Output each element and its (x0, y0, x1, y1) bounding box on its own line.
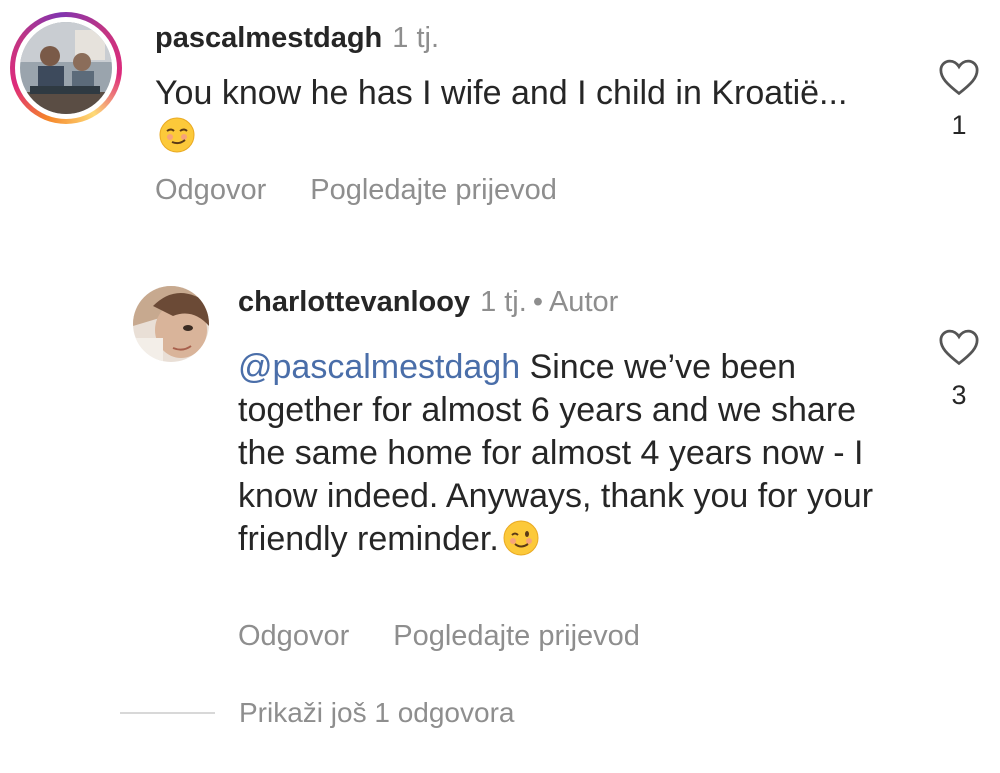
like-count: 3 (951, 380, 967, 410)
comment: pascalmestdagh 1 tj. You know he has I wi… (0, 0, 1000, 240)
comment-text-block: @pascalmestdagh Since we’ve been togethe… (238, 346, 878, 561)
avatar-story-ring[interactable] (10, 12, 122, 124)
view-more-replies-label[interactable]: Prikaži još 1 odgovora (239, 697, 514, 728)
like-count: 1 (951, 110, 967, 140)
comment-time: 1 tj. (480, 286, 527, 318)
comment-text-block: You know he has I wife and I child in Kr… (155, 72, 875, 158)
winking-face-emoji-icon (503, 520, 539, 556)
like-control: 1 (937, 58, 981, 141)
reply-button[interactable]: Odgovor (155, 174, 266, 206)
divider-line (120, 712, 215, 714)
avatar[interactable] (20, 22, 112, 114)
see-translation-button[interactable]: Pogledajte prijevod (393, 620, 640, 652)
separator-dot: • (532, 286, 543, 318)
comment-time: 1 tj. (392, 22, 440, 54)
view-more-replies[interactable]: Prikaži još 1 odgovora (120, 697, 514, 729)
comment-username[interactable]: charlottevanlooy (238, 286, 470, 318)
see-translation-button[interactable]: Pogledajte prijevod (310, 174, 557, 206)
avatar[interactable] (133, 286, 209, 362)
like-control: 3 (937, 328, 981, 411)
heart-icon[interactable] (938, 328, 980, 366)
smirk-face-emoji-icon (159, 117, 195, 153)
comment-username[interactable]: pascalmestdagh (155, 22, 382, 54)
heart-icon[interactable] (938, 58, 980, 96)
comment-text: You know he has I wife and I child in Kr… (155, 74, 848, 112)
reply-comment: charlottevanlooy 1 tj. • Autor @pascalmestd… (0, 268, 1000, 688)
mention-link[interactable]: @pascalmestdagh (238, 348, 520, 386)
author-badge: Autor (548, 286, 619, 318)
reply-button[interactable]: Odgovor (238, 620, 349, 652)
